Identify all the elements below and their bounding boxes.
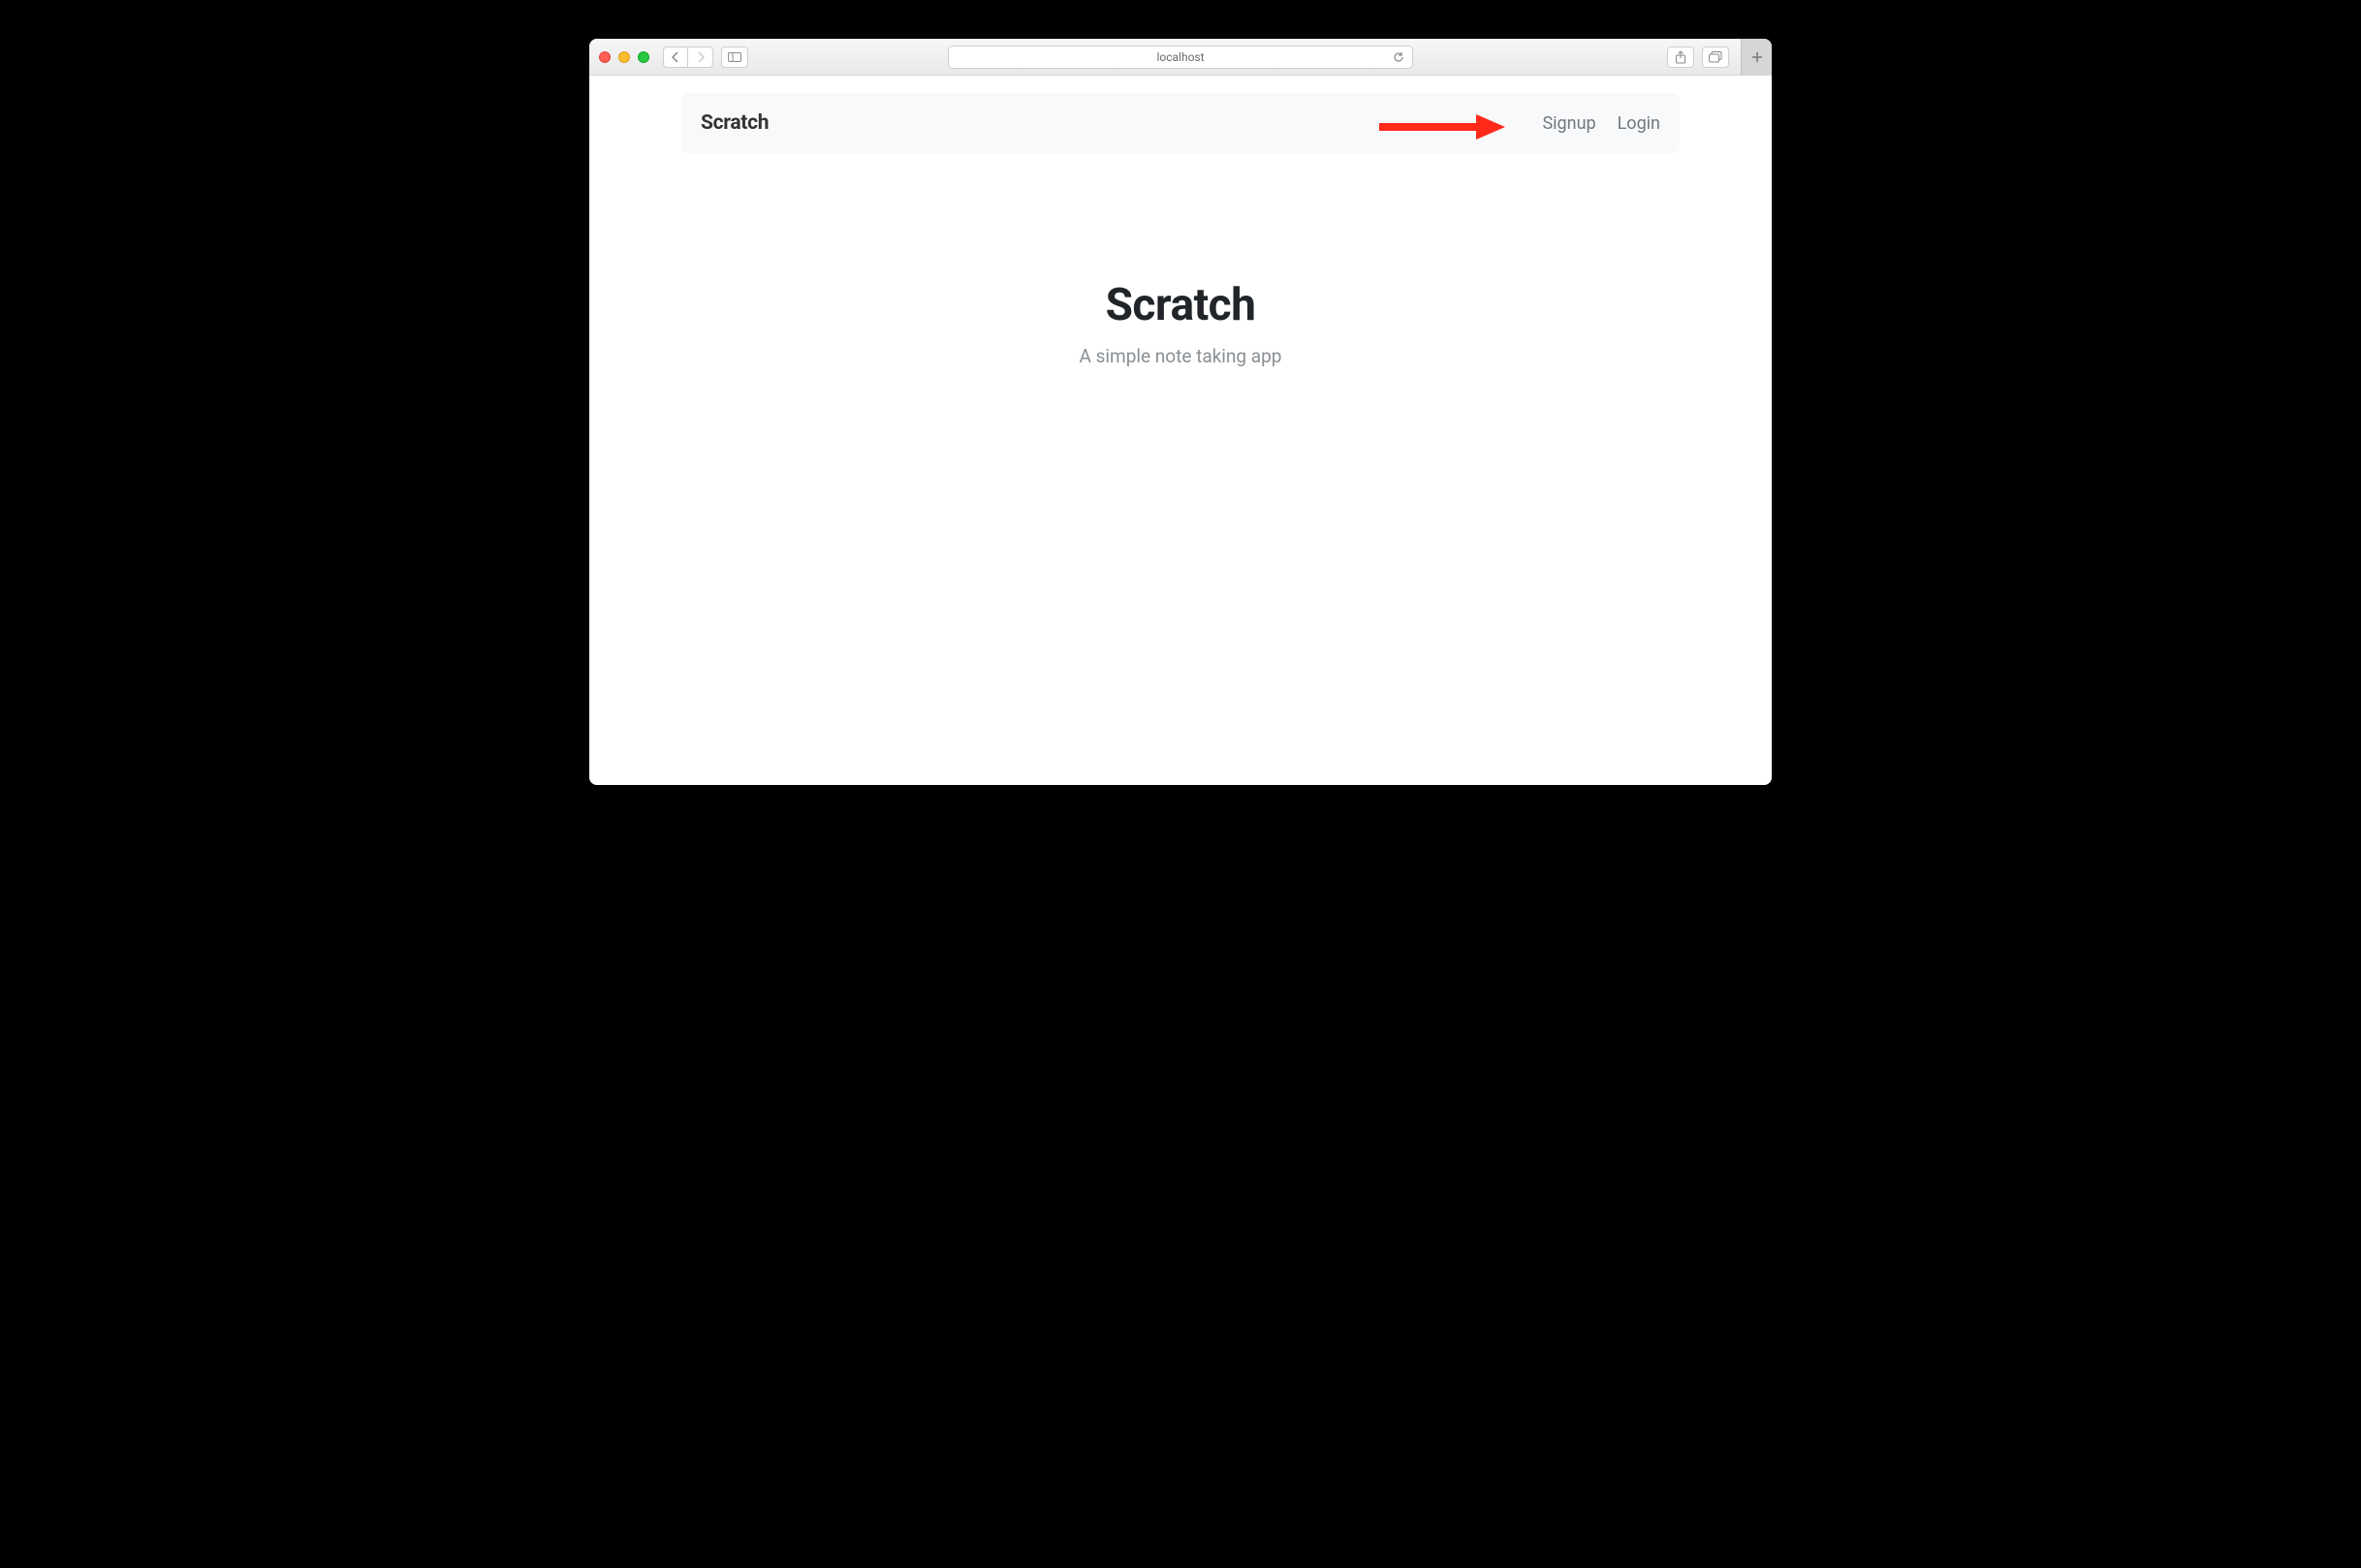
login-link[interactable]: Login (1618, 113, 1660, 134)
app-navbar: Scratch Signup Login (681, 93, 1680, 153)
minimize-window-button[interactable] (618, 51, 630, 63)
address-bar[interactable]: localhost (948, 46, 1413, 69)
reload-icon[interactable] (1393, 51, 1404, 63)
show-tabs-button[interactable] (1702, 47, 1729, 68)
window-controls (599, 51, 649, 63)
forward-button[interactable] (688, 47, 713, 68)
arrow-annotation (1379, 112, 1505, 134)
address-text: localhost (1156, 50, 1204, 64)
signup-link[interactable]: Signup (1542, 113, 1595, 134)
back-button[interactable] (663, 47, 688, 68)
sidebar-toggle-button[interactable] (721, 47, 748, 68)
browser-window: localhost Scratch Signup (589, 39, 1772, 785)
nav-back-forward (663, 47, 713, 68)
hero-subtitle: A simple note taking app (681, 345, 1680, 367)
hero: Scratch A simple note taking app (681, 279, 1680, 367)
nav-links: Signup Login (1542, 113, 1660, 134)
new-tab-button[interactable] (1741, 39, 1772, 76)
browser-chrome: localhost (589, 39, 1772, 76)
close-window-button[interactable] (599, 51, 611, 63)
maximize-window-button[interactable] (638, 51, 649, 63)
share-button[interactable] (1667, 47, 1694, 68)
brand-link[interactable]: Scratch (701, 111, 769, 135)
page-viewport: Scratch Signup Login Scratch A simple no… (589, 76, 1772, 785)
hero-title: Scratch (681, 279, 1680, 331)
